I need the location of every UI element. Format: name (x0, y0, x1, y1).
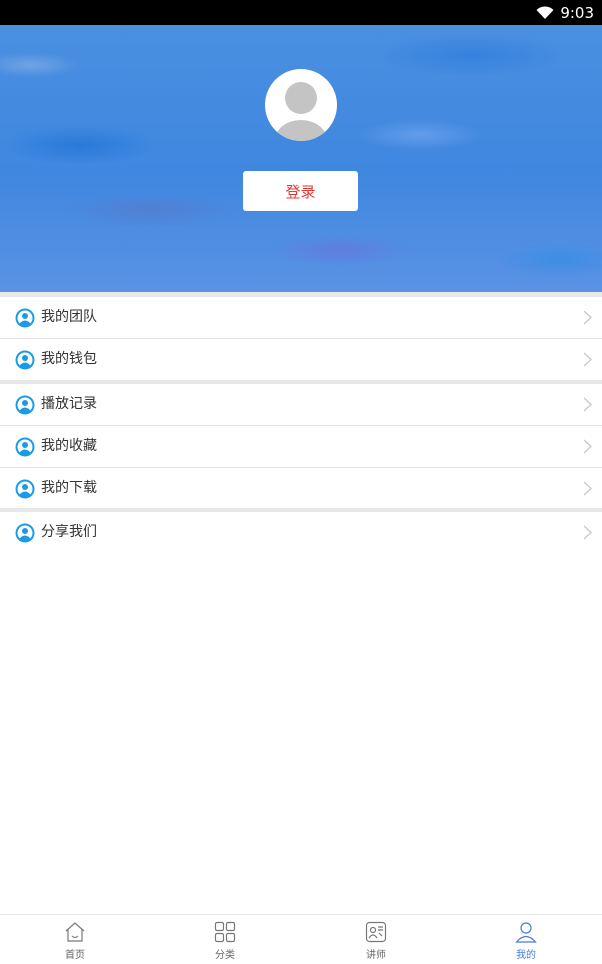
person-icon (515, 922, 537, 943)
chevron-right-icon (583, 352, 592, 367)
tab-mine[interactable]: 我的 (451, 915, 601, 964)
bottom-tab-bar: 首页 分类 讲师 我的 (0, 914, 602, 964)
menu-group-account: 我的团队 我的钱包 (0, 297, 602, 381)
chevron-right-icon (583, 481, 592, 496)
chevron-right-icon (583, 397, 592, 412)
menu-item-play-history[interactable]: 播放记录 (0, 384, 602, 426)
menu-item-share-us[interactable]: 分享我们 (0, 512, 602, 553)
profile-header: 登录 (0, 25, 602, 292)
menu-item-label: 我的下载 (41, 480, 97, 496)
menu-group-media: 播放记录 我的收藏 我的下载 (0, 384, 602, 510)
home-icon (65, 922, 85, 942)
tab-label: 分类 (215, 950, 235, 961)
tab-category[interactable]: 分类 (150, 915, 300, 964)
default-avatar-icon[interactable] (265, 69, 337, 141)
wifi-icon (536, 5, 554, 19)
status-time: 9:03 (560, 3, 594, 22)
teacher-icon (365, 921, 387, 943)
menu-item-label: 播放记录 (41, 396, 97, 412)
menu-item-my-downloads[interactable]: 我的下载 (0, 468, 602, 510)
tab-label: 讲师 (366, 950, 386, 961)
user-circle-icon (15, 479, 35, 499)
status-bar: 9:03 (0, 0, 602, 25)
menu-item-label: 我的收藏 (41, 438, 97, 454)
tab-label: 我的 (516, 950, 536, 961)
user-circle-icon (15, 437, 35, 457)
user-circle-icon (15, 395, 35, 415)
tab-home[interactable]: 首页 (0, 915, 150, 964)
login-button[interactable]: 登录 (243, 171, 358, 211)
tab-label: 首页 (65, 950, 85, 961)
user-circle-icon (15, 308, 35, 328)
menu-item-label: 分享我们 (41, 524, 97, 540)
menu-item-my-wallet[interactable]: 我的钱包 (0, 339, 602, 381)
user-circle-icon (15, 350, 35, 370)
tab-teacher[interactable]: 讲师 (301, 915, 451, 964)
chevron-right-icon (583, 525, 592, 540)
menu-group-share: 分享我们 (0, 512, 602, 553)
chevron-right-icon (583, 310, 592, 325)
menu-item-label: 我的团队 (41, 309, 97, 325)
menu-item-my-team[interactable]: 我的团队 (0, 297, 602, 339)
menu-item-my-favorites[interactable]: 我的收藏 (0, 426, 602, 468)
menu-item-label: 我的钱包 (41, 351, 97, 367)
chevron-right-icon (583, 439, 592, 454)
user-circle-icon (15, 523, 35, 543)
grid-icon (214, 921, 236, 943)
